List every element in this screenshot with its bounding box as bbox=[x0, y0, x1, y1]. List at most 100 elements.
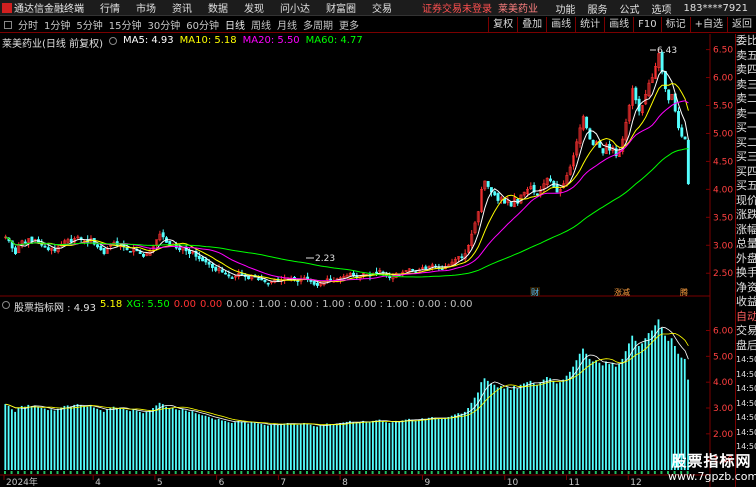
indicator-bar bbox=[618, 364, 620, 470]
indicator-bar bbox=[440, 418, 443, 470]
indicator-bar bbox=[516, 388, 519, 470]
indicator-bar bbox=[191, 411, 194, 470]
signal-marker bbox=[56, 471, 59, 474]
indicator-bar bbox=[322, 424, 325, 470]
quote-label: 卖五 bbox=[736, 48, 756, 62]
signal-marker bbox=[102, 471, 105, 474]
indicator-bar bbox=[7, 405, 10, 470]
signal-marker bbox=[200, 471, 203, 474]
signal-marker bbox=[594, 471, 597, 474]
indicator-bar bbox=[536, 384, 538, 470]
ma60-line bbox=[5, 148, 689, 278]
indicator-bar bbox=[523, 383, 525, 470]
signal-marker bbox=[450, 471, 453, 474]
signal-marker bbox=[286, 471, 289, 474]
candle-body bbox=[329, 278, 333, 281]
indicator-bar bbox=[335, 423, 338, 470]
indicator-bar bbox=[188, 411, 191, 470]
price-tick-label: 4.00 bbox=[713, 185, 733, 195]
signal-marker bbox=[214, 471, 217, 474]
watermark-title: 股票指标网 bbox=[671, 452, 752, 470]
signal-marker bbox=[227, 471, 230, 474]
indicator-bar bbox=[657, 319, 660, 470]
signal-marker bbox=[312, 471, 315, 474]
indicator-bar bbox=[253, 422, 256, 470]
candle-body bbox=[411, 269, 415, 271]
candle-body bbox=[260, 278, 264, 281]
indicator-bar bbox=[496, 387, 499, 470]
candle-body bbox=[486, 181, 490, 187]
candle-body bbox=[263, 279, 267, 282]
indicator-value-1: 5.18 bbox=[100, 299, 123, 310]
candle-body bbox=[493, 191, 497, 196]
indicator-bar bbox=[30, 406, 33, 470]
indicator-bar bbox=[355, 422, 358, 470]
indicator-bar bbox=[654, 325, 657, 470]
candle-body bbox=[178, 247, 182, 251]
indicator-bar bbox=[76, 404, 79, 470]
time-tick-label: 2024年 bbox=[6, 476, 38, 487]
price-tick-label: 5.50 bbox=[713, 102, 733, 112]
indicator-bar bbox=[312, 426, 315, 470]
event-label-cai: 财 bbox=[531, 287, 539, 297]
indicator-bar bbox=[388, 422, 391, 470]
indicator-bar bbox=[161, 404, 164, 470]
indicator-bar bbox=[552, 380, 555, 470]
indicator-bar bbox=[601, 365, 604, 470]
event-label-teng[interactable]: 腾 bbox=[680, 287, 688, 297]
signal-marker bbox=[325, 471, 328, 474]
indicator-bar bbox=[86, 406, 89, 470]
indicator-bar bbox=[125, 410, 128, 470]
indicator-bar bbox=[296, 424, 299, 470]
indicator-bar bbox=[664, 335, 666, 470]
candle-body bbox=[69, 238, 73, 243]
indicator-bar bbox=[660, 327, 663, 470]
indicator-bar bbox=[572, 366, 575, 470]
time-tick-label: 10 bbox=[507, 478, 519, 487]
indicator-bar bbox=[138, 411, 141, 470]
legend-settings-icon[interactable] bbox=[108, 37, 117, 45]
candle-body bbox=[23, 241, 27, 244]
signal-marker bbox=[273, 471, 276, 474]
indicator-name: 股票指标网 : 4.93 bbox=[14, 303, 96, 314]
indicator-settings-icon[interactable] bbox=[2, 301, 10, 309]
indicator-bar bbox=[96, 408, 99, 470]
event-label-zhangjian[interactable]: 涨减 bbox=[614, 287, 630, 297]
candle-body bbox=[509, 201, 513, 207]
indicator-bar bbox=[184, 410, 187, 470]
signal-marker bbox=[36, 471, 39, 474]
kline-chart[interactable]: 6.50 6.00 5.50 5.00 4.50 4.00 3.50 3.00 2.50 6.0… bbox=[0, 0, 756, 487]
signal-marker bbox=[174, 471, 177, 474]
indicator-bar bbox=[394, 420, 397, 470]
indicator-bar bbox=[644, 338, 647, 470]
signal-marker bbox=[430, 471, 433, 474]
quote-label: 买二 bbox=[736, 135, 756, 149]
indicator-bar bbox=[578, 353, 581, 470]
quote-label: 卖三 bbox=[736, 77, 756, 91]
signal-marker bbox=[168, 471, 171, 474]
indicator-bar bbox=[368, 422, 371, 470]
auto-trade-label[interactable]: 自动 bbox=[736, 310, 756, 325]
indicator-bar bbox=[473, 397, 476, 470]
indicator-bar bbox=[299, 423, 302, 470]
indicator-bar bbox=[181, 409, 184, 470]
ma10-value: MA10: 5.18 bbox=[179, 35, 237, 46]
candle-body bbox=[549, 178, 552, 182]
indicator-bar bbox=[230, 422, 233, 470]
candlestick-series bbox=[4, 49, 690, 288]
indicator-bar bbox=[555, 383, 558, 470]
indicator-tick-label: 2.00 bbox=[713, 430, 733, 440]
indicator-bar bbox=[129, 411, 131, 470]
indicator-bar bbox=[391, 422, 394, 470]
candle-body bbox=[128, 250, 132, 253]
candle-body bbox=[210, 263, 214, 268]
signal-marker bbox=[568, 471, 571, 474]
signal-marker bbox=[588, 471, 591, 474]
indicator-bar bbox=[237, 420, 240, 470]
indicator-bar bbox=[276, 424, 279, 470]
indicator-bar bbox=[582, 348, 584, 470]
indicator-bar bbox=[417, 419, 420, 470]
indicator-bar bbox=[621, 358, 624, 470]
indicator-bar bbox=[73, 404, 76, 470]
candle-body bbox=[224, 272, 228, 275]
